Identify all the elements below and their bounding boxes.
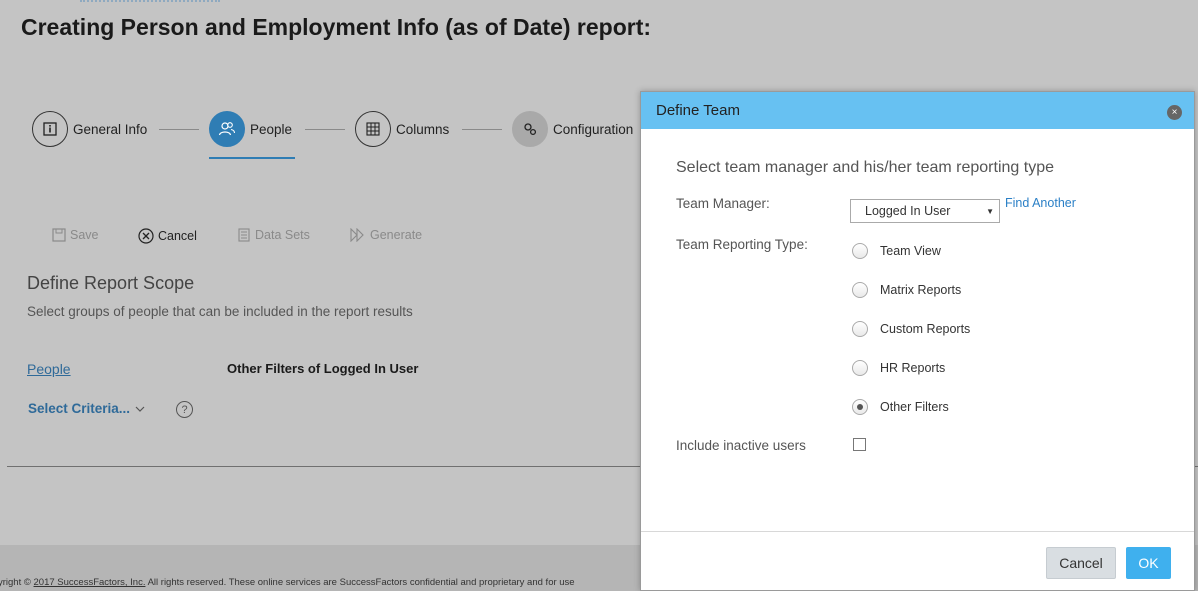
active-step-underline: [209, 157, 295, 159]
data-sets-button[interactable]: Data Sets: [237, 228, 310, 242]
help-icon[interactable]: ?: [176, 401, 193, 418]
save-label: Save: [70, 228, 99, 242]
footer-copyright: yright © 2017 SuccessFactors, Inc. All r…: [0, 577, 575, 588]
team-manager-value: Logged In User: [865, 204, 951, 218]
radio-label: Team View: [880, 244, 941, 258]
other-filters-text: Other Filters of Logged In User: [227, 361, 419, 376]
grid-icon: [355, 111, 391, 147]
step-label: Columns: [396, 121, 450, 137]
scope-subtitle: Select groups of people that can be incl…: [27, 304, 413, 319]
step-connector: [305, 129, 345, 130]
radio-button[interactable]: [852, 282, 868, 298]
radio-dot: [857, 404, 863, 410]
top-breadcrumb-fragment: [80, 0, 220, 2]
radio-hr-reports[interactable]: HR Reports: [852, 360, 945, 376]
find-another-link[interactable]: Find Another: [1005, 196, 1076, 210]
radio-button[interactable]: [852, 243, 868, 259]
step-configuration[interactable]: Configuration: [512, 110, 633, 148]
chevron-down-icon: [135, 406, 145, 412]
radio-label: Matrix Reports: [880, 283, 962, 297]
dialog-header: Define Team ×: [641, 92, 1194, 129]
step-label: People: [250, 121, 293, 137]
radio-button-selected[interactable]: [852, 399, 868, 415]
step-connector: [159, 129, 199, 130]
radio-button[interactable]: [852, 321, 868, 337]
step-connector: [462, 129, 502, 130]
info-icon: [32, 111, 68, 147]
radio-team-view[interactable]: Team View: [852, 243, 941, 259]
radio-label: Other Filters: [880, 400, 949, 414]
step-label: Configuration: [553, 121, 634, 137]
step-people[interactable]: People: [209, 110, 292, 148]
generate-label: Generate: [370, 228, 423, 242]
dropdown-arrow-icon: ▼: [986, 207, 994, 216]
close-icon[interactable]: ×: [1167, 105, 1182, 120]
define-team-dialog: Define Team × Select team manager and hi…: [640, 91, 1195, 591]
data-sets-icon: [238, 228, 250, 242]
radio-label: Custom Reports: [880, 322, 971, 336]
generate-icon: [350, 228, 364, 242]
people-link[interactable]: People: [27, 361, 71, 377]
scope-title: Define Report Scope: [27, 273, 195, 293]
reporting-type-label: Team Reporting Type:: [676, 237, 808, 252]
footer-text: All rights reserved. These online servic…: [145, 577, 575, 588]
radio-matrix-reports[interactable]: Matrix Reports: [852, 282, 961, 298]
select-criteria-dropdown[interactable]: Select Criteria...: [28, 401, 146, 416]
dialog-footer-divider: [641, 531, 1194, 532]
radio-label: HR Reports: [880, 361, 946, 375]
cancel-label: Cancel: [158, 229, 197, 243]
save-icon: [52, 228, 66, 242]
page-title: Creating Person and Employment Info (as …: [21, 14, 652, 40]
footer-company-link[interactable]: 2017 SuccessFactors, Inc.: [34, 577, 146, 588]
step-general-info[interactable]: General Info: [32, 110, 147, 148]
include-inactive-label: Include inactive users: [676, 438, 806, 453]
include-inactive-checkbox[interactable]: [853, 438, 866, 451]
radio-other-filters[interactable]: Other Filters: [852, 399, 949, 415]
radio-custom-reports[interactable]: Custom Reports: [852, 321, 970, 337]
team-manager-select[interactable]: Logged In User ▼: [850, 199, 1000, 223]
radio-button[interactable]: [852, 360, 868, 376]
cancel-button[interactable]: Cancel: [138, 228, 197, 244]
save-button[interactable]: Save: [52, 228, 99, 242]
team-manager-label: Team Manager:: [676, 196, 770, 211]
select-criteria-label: Select Criteria...: [28, 401, 131, 416]
step-columns[interactable]: Columns: [355, 110, 449, 148]
dialog-ok-button[interactable]: OK: [1126, 547, 1171, 579]
dialog-subtitle: Select team manager and his/her team rep…: [676, 159, 1054, 176]
gears-icon: [512, 111, 548, 147]
data-sets-label: Data Sets: [255, 228, 310, 242]
cancel-icon: [138, 228, 154, 244]
dialog-cancel-button[interactable]: Cancel: [1046, 547, 1116, 579]
generate-button[interactable]: Generate: [350, 228, 422, 242]
dialog-title: Define Team: [656, 102, 740, 119]
people-icon: [209, 111, 245, 147]
footer-prefix: yright ©: [0, 577, 34, 588]
wizard-stepper: General Info People Columns Configuratio…: [0, 108, 640, 168]
step-label: General Info: [73, 121, 148, 137]
